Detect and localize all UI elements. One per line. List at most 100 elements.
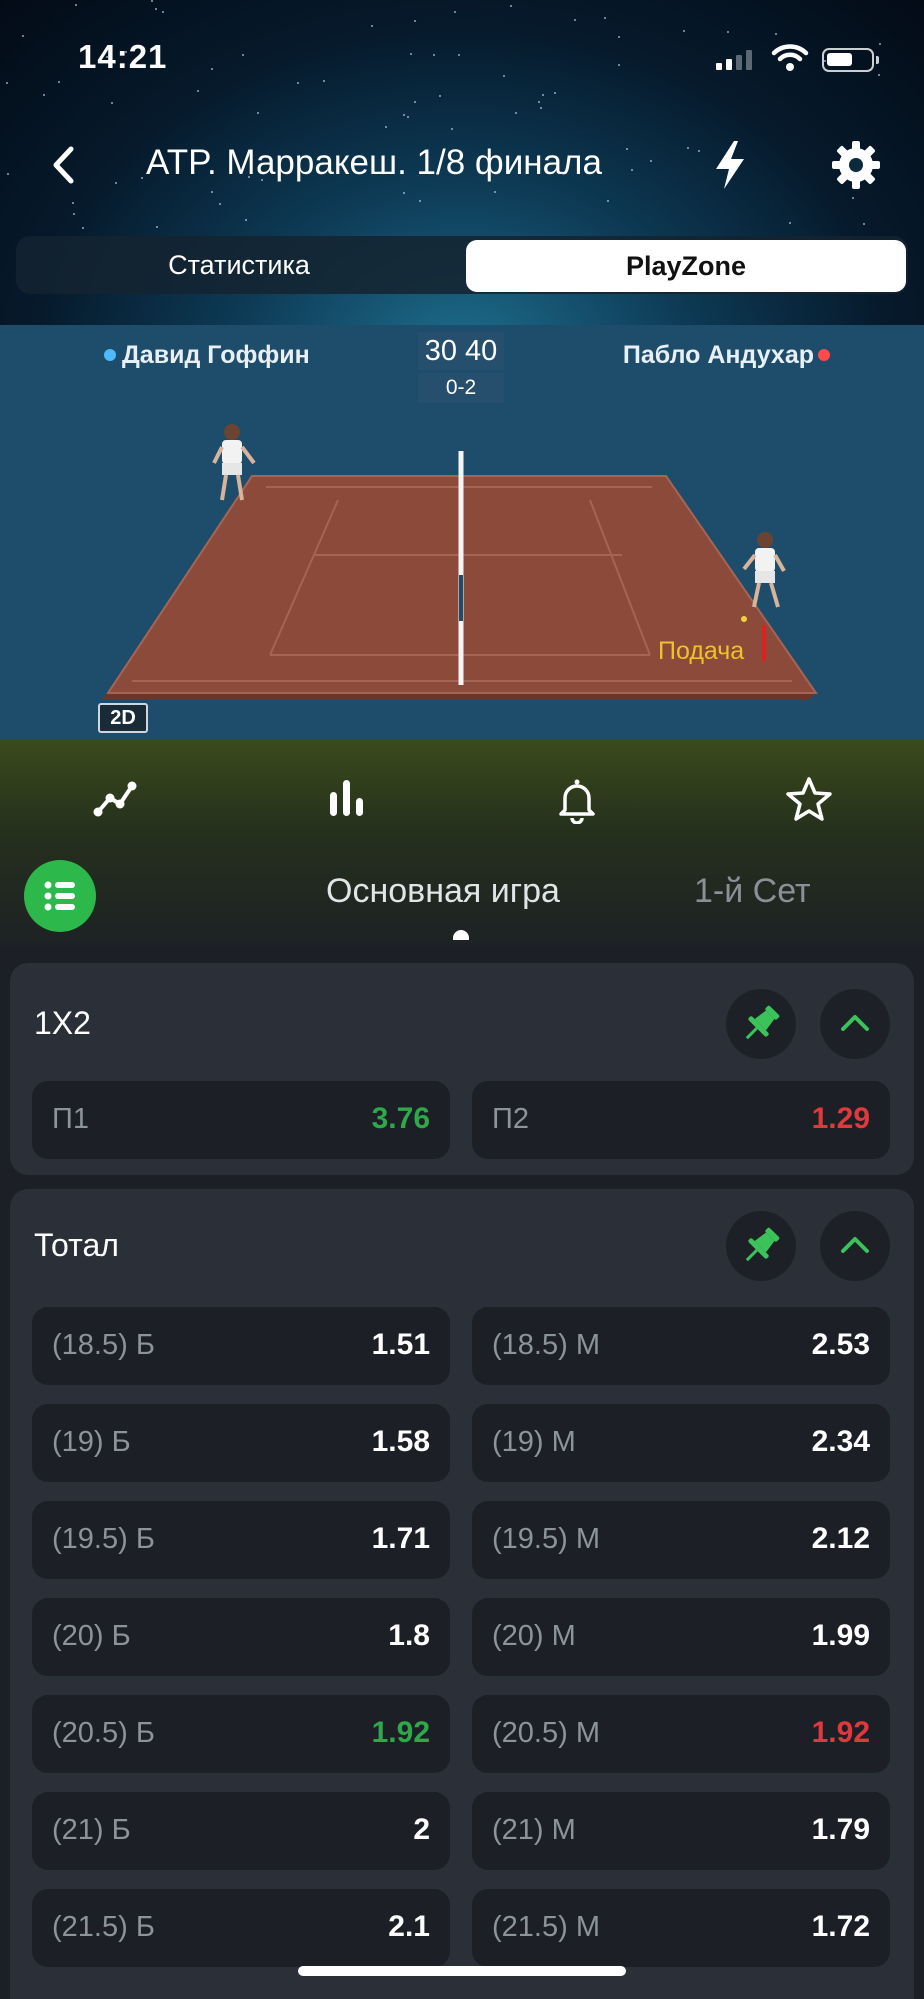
star-dot — [419, 200, 421, 202]
pin-button[interactable] — [726, 1211, 796, 1281]
odds-cell[interactable]: (19) Б 1.58 — [32, 1404, 450, 1482]
odds-cell[interactable]: (19.5) Б 1.71 — [32, 1501, 450, 1579]
odds-value: 2.53 — [811, 1328, 870, 1361]
collapse-button[interactable] — [820, 989, 890, 1059]
odds-label: П1 — [52, 1103, 89, 1135]
chevron-up-icon — [841, 1237, 869, 1253]
tab-playzone[interactable]: PlayZone — [466, 240, 906, 292]
star-dot — [789, 222, 791, 224]
odds-label: (21.5) Б — [52, 1911, 155, 1943]
odds-value: 1.71 — [371, 1522, 430, 1555]
serve-marker — [762, 625, 766, 661]
star-dot — [197, 90, 199, 92]
view-mode-toggle[interactable]: 2D — [98, 703, 148, 733]
star-dot — [439, 95, 441, 97]
tennis-ball — [741, 616, 747, 622]
odds-label: (19.5) М — [492, 1523, 600, 1555]
player1-name: Давид Гоффин — [122, 341, 310, 369]
star-dot — [245, 219, 247, 221]
tab-statistics[interactable]: Статистика — [16, 236, 462, 294]
odds-value: 1.51 — [371, 1328, 430, 1361]
odds-cell[interactable]: (21.5) Б 2.1 — [32, 1889, 450, 1967]
odds-cell[interactable]: (18.5) Б 1.51 — [32, 1307, 450, 1385]
odds-cell[interactable]: (20) Б 1.8 — [32, 1598, 450, 1676]
star-dot — [604, 17, 606, 19]
odds-value: 1.92 — [371, 1716, 430, 1749]
odds-cell[interactable]: (20.5) М 1.92 — [472, 1695, 890, 1773]
chevron-up-icon — [841, 1015, 869, 1031]
odds-value: 1.92 — [811, 1716, 870, 1749]
star-dot — [451, 128, 453, 130]
odds-cell[interactable]: (21) М 1.79 — [472, 1792, 890, 1870]
pin-button[interactable] — [726, 989, 796, 1059]
star-icon[interactable] — [784, 774, 834, 824]
collapse-button[interactable] — [820, 1211, 890, 1281]
star-dot — [73, 213, 75, 215]
star-dot — [538, 101, 540, 103]
header: 14:21 ATP. Марракеш. 1/8 финала Статисти… — [0, 0, 924, 325]
home-indicator — [298, 1966, 626, 1976]
market-title: 1X2 — [34, 1005, 91, 1041]
list-icon — [44, 881, 75, 911]
tab-first-set[interactable]: 1-й Сет — [694, 872, 811, 911]
market-card-total: Тотал (18.5) Б 1.51 (18.5) М 2.53 (19) Б 1.58… — [10, 1189, 914, 1999]
star-dot — [257, 112, 259, 114]
settings-gear-icon[interactable] — [830, 139, 882, 191]
star-dot — [371, 25, 373, 27]
star-dot — [151, 0, 153, 2]
star-dot — [219, 203, 221, 205]
serve-label: Подача — [658, 637, 745, 665]
odds-label: (20.5) М — [492, 1717, 600, 1749]
market-list-button[interactable] — [24, 860, 96, 932]
star-dot — [323, 80, 325, 82]
star-dot — [510, 5, 512, 7]
bell-icon[interactable] — [552, 774, 602, 824]
odds-label: (18.5) Б — [52, 1329, 155, 1361]
odds-value: 1.99 — [811, 1619, 870, 1652]
odds-cell[interactable]: (21.5) М 1.72 — [472, 1889, 890, 1967]
match-visualization: Давид Гоффин 30 40 0-2 Пабло Андухар Под… — [0, 325, 924, 740]
star-dot — [403, 114, 405, 116]
odds-cell-p1[interactable]: П1 3.76 — [32, 1081, 450, 1159]
pin-icon — [745, 1005, 780, 1040]
star-dot — [162, 11, 164, 13]
star-dot — [775, 33, 777, 35]
star-dot — [6, 82, 8, 84]
active-tab-indicator — [453, 930, 469, 940]
star-dot — [607, 200, 609, 202]
odds-cell[interactable]: (21) Б 2 — [32, 1792, 450, 1870]
status-bar: 14:21 — [0, 38, 924, 78]
player1-indicator-dot — [104, 349, 116, 361]
pin-icon — [745, 1227, 780, 1262]
star-dot — [297, 82, 299, 84]
status-time: 14:21 — [78, 38, 168, 75]
star-dot — [542, 94, 544, 96]
odds-cell[interactable]: (20.5) Б 1.92 — [32, 1695, 450, 1773]
market-card-1x2: 1X2 П1 3.76 П2 1.29 — [10, 963, 914, 1175]
chart-line-icon[interactable] — [90, 774, 140, 824]
star-dot — [852, 197, 854, 199]
page-title: ATP. Марракеш. 1/8 финала — [146, 143, 602, 182]
star-dot — [574, 19, 576, 21]
bars-icon[interactable] — [322, 774, 372, 824]
odds-cell-p2[interactable]: П2 1.29 — [472, 1081, 890, 1159]
odds-label: (20) Б — [52, 1620, 131, 1652]
star-dot — [515, 112, 517, 114]
star-dot — [540, 107, 542, 109]
star-dot — [414, 101, 416, 103]
lightning-icon[interactable] — [708, 139, 752, 191]
back-arrow-icon[interactable] — [44, 143, 84, 187]
tab-main-game[interactable]: Основная игра — [326, 872, 560, 911]
odds-value: 1.29 — [811, 1102, 870, 1135]
odds-cell[interactable]: (18.5) М 2.53 — [472, 1307, 890, 1385]
games-score: 0-2 — [418, 373, 504, 403]
player2-indicator-dot — [818, 349, 830, 361]
odds-cell[interactable]: (19) М 2.34 — [472, 1404, 890, 1482]
odds-cell[interactable]: (20) М 1.99 — [472, 1598, 890, 1676]
player2-figure — [742, 532, 786, 608]
odds-cell[interactable]: (19.5) М 2.12 — [472, 1501, 890, 1579]
battery-icon — [822, 48, 879, 72]
current-score: 30 40 — [418, 332, 504, 370]
odds-value: 2.1 — [388, 1910, 430, 1943]
star-dot — [72, 202, 74, 204]
